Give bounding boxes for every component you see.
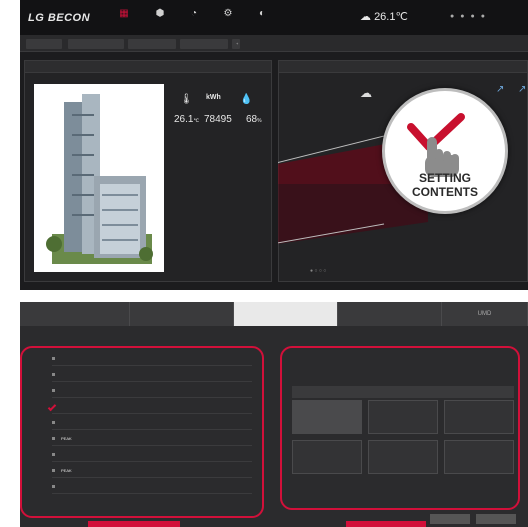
list-item[interactable] [52,384,252,398]
stat-energy: 78495 [204,114,232,125]
add-tab-button[interactable]: + [232,39,240,49]
control-icon: ⚙ [223,8,233,19]
brand-logo: LG BECON [28,12,91,24]
nav-item-dashboard[interactable]: ▦ [108,8,140,20]
setting-tabs: UMD [20,302,528,326]
cloud-icon: ☁ [360,86,372,100]
callout-line-2: CONTENTS [412,185,478,199]
tab-graph[interactable] [338,302,442,326]
info-row [166,148,194,152]
stat-humidity-unit: % [257,118,262,124]
info-row [166,188,194,192]
callout-line-1: SETTING [418,171,471,185]
info-row [166,172,194,176]
tab-bar: + [20,36,528,52]
temperature-value: 26.1℃ [374,11,408,23]
nav-item-monitor[interactable]: ◔ [178,8,210,20]
setting-menu-label [282,137,342,147]
info-row [166,212,194,216]
info-row [166,228,194,232]
list-item[interactable]: PEAK [52,432,252,446]
stat-humidity-value: 68 [246,114,258,125]
grid-cell[interactable] [368,400,438,434]
nav-item-analysis[interactable]: ◐ [246,8,278,20]
grid-header [292,386,514,398]
list-item[interactable] [52,448,252,462]
tab-1[interactable] [26,39,62,49]
cloud-icon: ☁ [360,11,371,23]
accent-bar [346,521,426,527]
gauge-icon: ◔ [190,8,198,19]
wind-icon: ↗ [518,84,527,95]
grid-cell[interactable] [368,440,438,474]
grid-cell[interactable] [444,440,514,474]
top-nav: LG BECON ▦ ⬢ ◔ ⚙ ◐ ☁ 26.1℃ ●●●● [20,0,528,36]
toolbar-icons: ●●●● [450,13,491,20]
grid-cell[interactable] [292,400,362,434]
list-item[interactable]: PEAK [52,464,252,478]
dashboard-icon: ▦ [119,8,129,19]
info-row [166,164,194,168]
humidity-icon: 💧 [240,94,253,105]
analysis-icon: ◐ [258,8,266,19]
list-item[interactable] [52,368,252,382]
setting-screen: UMD PEAK PEAK [20,302,528,527]
tab-schedule[interactable] [130,302,234,326]
thermometer-icon: 🌡 [180,94,193,105]
nav-item-control[interactable]: ⚙ [212,8,244,20]
info-row [166,180,194,184]
bell-icon[interactable]: ● [460,13,470,20]
weather-widget: ☁ 26.1℃ [360,10,408,23]
info-row [166,204,194,208]
dashboard-screen: LG BECON ▦ ⬢ ◔ ⚙ ◐ ☁ 26.1℃ ●●●● + 🌡 kWh … [20,0,528,290]
confirm-button[interactable] [476,514,516,524]
list-item[interactable] [52,352,252,366]
stat-humidity: 68% [246,114,262,125]
info-row [166,156,194,160]
grid-cell[interactable] [444,400,514,434]
info-row [166,140,194,144]
tab-3[interactable] [128,39,176,49]
cancel-button[interactable] [430,514,470,524]
help-icon[interactable]: ● [481,13,491,20]
tab-2[interactable] [68,39,124,49]
list-item-checked[interactable] [47,400,252,414]
stat-energy-value: 78495 [204,114,232,125]
list-item[interactable] [52,480,252,494]
hand-tap-icon [407,113,465,177]
user-icon[interactable]: ● [450,13,460,20]
panel-header [279,61,527,73]
tab-umd[interactable]: UMD [442,302,528,326]
stat-temperature-unit: ℃ [193,118,200,124]
panel-header [25,61,271,73]
info-row [166,196,194,200]
grid-cell[interactable] [292,440,362,474]
building-image [34,84,164,272]
tab-info[interactable] [20,302,130,326]
info-row [166,220,194,224]
setting-contents-callout: SETTING CONTENTS [382,88,508,214]
list-item[interactable] [52,416,252,430]
tab-4[interactable] [180,39,228,49]
page-dots[interactable]: ● ○ ○ ○ [310,268,326,274]
callout-text: SETTING CONTENTS [385,171,505,199]
building-icon: ⬢ [155,8,165,19]
energy-icon: kWh [206,94,221,101]
wind-icon: ↗ [496,84,505,95]
settings-icon[interactable]: ● [470,13,480,20]
tab-energy-report[interactable] [234,302,338,326]
accent-bar [88,521,180,527]
stat-temperature-value: 26.1 [174,114,194,125]
stat-temperature: 26.1℃ [174,114,199,125]
nav-item-space[interactable]: ⬢ [144,8,176,20]
